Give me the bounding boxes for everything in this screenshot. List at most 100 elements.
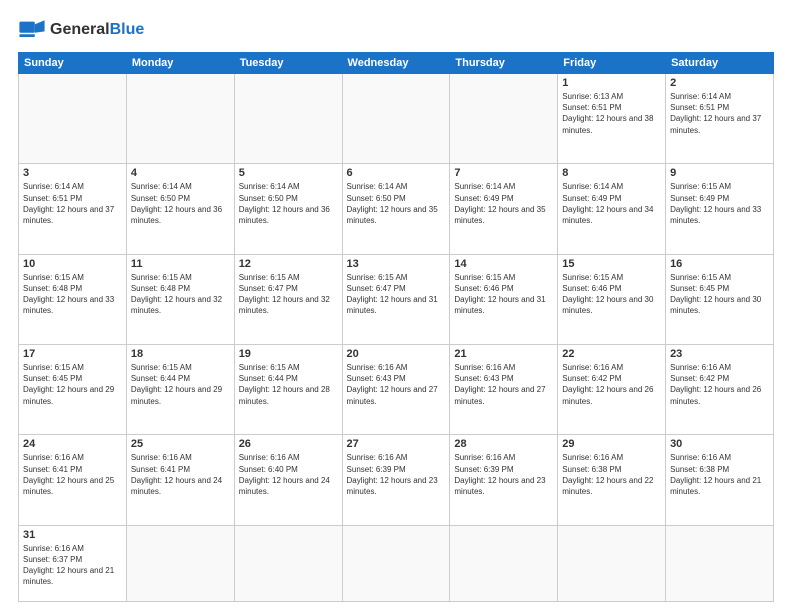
calendar-cell: 21 Sunrise: 6:16 AMSunset: 6:43 PMDayligh… — [450, 345, 558, 435]
day-number: 10 — [23, 258, 122, 270]
day-number: 12 — [239, 258, 338, 270]
calendar-cell: 7Sunrise: 6:14 AMSunset: 6:49 PMDaylight… — [450, 164, 558, 254]
day-header-saturday: Saturday — [666, 53, 774, 74]
calendar-cell: 11 Sunrise: 6:15 AMSunset: 6:48 PMDayligh… — [126, 254, 234, 344]
day-number: 11 — [131, 258, 230, 270]
day-number: 4 — [131, 167, 230, 179]
day-number: 17 — [23, 348, 122, 360]
calendar-cell: 6 Sunrise: 6:14 AMSunset: 6:50 PMDaylight… — [342, 164, 450, 254]
calendar-cell: 25 Sunrise: 6:16 AMSunset: 6:41 PMDayligh… — [126, 435, 234, 525]
day-number: 9 — [670, 167, 769, 179]
calendar-cell: 4 Sunrise: 6:14 AMSunset: 6:50 PMDaylight… — [126, 164, 234, 254]
day-info: Sunrise: 6:16 AMSunset: 6:38 PMDaylight:… — [562, 452, 661, 497]
day-number: 27 — [347, 438, 446, 450]
day-info: Sunrise: 6:14 AMSunset: 6:49 PMDaylight:… — [454, 181, 553, 226]
calendar-cell: 18Sunrise: 6:15 AMSunset: 6:44 PMDayligh… — [126, 345, 234, 435]
calendar-cell: 14 Sunrise: 6:15 AMSunset: 6:46 PMDayligh… — [450, 254, 558, 344]
day-header-monday: Monday — [126, 53, 234, 74]
day-info: Sunrise: 6:15 AMSunset: 6:49 PMDaylight:… — [670, 181, 769, 226]
day-number: 3 — [23, 167, 122, 179]
calendar-cell: 2 Sunrise: 6:14 AMSunset: 6:51 PMDaylight… — [666, 74, 774, 164]
calendar-cell: 26 Sunrise: 6:16 AMSunset: 6:40 PMDayligh… — [234, 435, 342, 525]
calendar-cell: 31Sunrise: 6:16 AMSunset: 6:37 PMDayligh… — [19, 525, 127, 601]
calendar-cell: 20Sunrise: 6:16 AMSunset: 6:43 PMDayligh… — [342, 345, 450, 435]
day-info: Sunrise: 6:16 AMSunset: 6:41 PMDaylight:… — [131, 452, 230, 497]
calendar-cell — [234, 525, 342, 601]
day-info: Sunrise: 6:16 AMSunset: 6:39 PMDaylight:… — [454, 452, 553, 497]
day-info: Sunrise: 6:15 AMSunset: 6:47 PMDaylight:… — [347, 272, 446, 317]
day-header-wednesday: Wednesday — [342, 53, 450, 74]
day-info: Sunrise: 6:15 AMSunset: 6:48 PMDaylight:… — [23, 272, 122, 317]
calendar-cell: 9 Sunrise: 6:15 AMSunset: 6:49 PMDaylight… — [666, 164, 774, 254]
day-number: 13 — [347, 258, 446, 270]
day-info: Sunrise: 6:15 AMSunset: 6:45 PMDaylight:… — [670, 272, 769, 317]
day-info: Sunrise: 6:16 AMSunset: 6:37 PMDaylight:… — [23, 543, 122, 588]
day-info: Sunrise: 6:16 AMSunset: 6:41 PMDaylight:… — [23, 452, 122, 497]
logo-text: GeneralBlue — [50, 22, 144, 38]
calendar-cell: 29Sunrise: 6:16 AMSunset: 6:38 PMDayligh… — [558, 435, 666, 525]
day-info: Sunrise: 6:15 AMSunset: 6:44 PMDaylight:… — [239, 362, 338, 407]
day-info: Sunrise: 6:15 AMSunset: 6:44 PMDaylight:… — [131, 362, 230, 407]
day-number: 8 — [562, 167, 661, 179]
calendar-cell — [234, 74, 342, 164]
calendar-cell — [126, 74, 234, 164]
calendar-cell: 13 Sunrise: 6:15 AMSunset: 6:47 PMDayligh… — [342, 254, 450, 344]
day-info: Sunrise: 6:15 AMSunset: 6:45 PMDaylight:… — [23, 362, 122, 407]
day-header-tuesday: Tuesday — [234, 53, 342, 74]
day-info: Sunrise: 6:14 AMSunset: 6:50 PMDaylight:… — [347, 181, 446, 226]
day-number: 25 — [131, 438, 230, 450]
calendar-cell — [126, 525, 234, 601]
calendar-cell: 28 Sunrise: 6:16 AMSunset: 6:39 PMDayligh… — [450, 435, 558, 525]
day-number: 16 — [670, 258, 769, 270]
day-info: Sunrise: 6:14 AMSunset: 6:51 PMDaylight:… — [670, 91, 769, 136]
calendar-cell: 19 Sunrise: 6:15 AMSunset: 6:44 PMDayligh… — [234, 345, 342, 435]
calendar-cell: 10 Sunrise: 6:15 AMSunset: 6:48 PMDayligh… — [19, 254, 127, 344]
calendar-cell: 30 Sunrise: 6:16 AMSunset: 6:38 PMDayligh… — [666, 435, 774, 525]
calendar-cell — [342, 74, 450, 164]
day-header-friday: Friday — [558, 53, 666, 74]
day-info: Sunrise: 6:14 AMSunset: 6:51 PMDaylight:… — [23, 181, 122, 226]
calendar-cell: 27Sunrise: 6:16 AMSunset: 6:39 PMDayligh… — [342, 435, 450, 525]
day-number: 21 — [454, 348, 553, 360]
calendar-cell — [19, 74, 127, 164]
calendar-table: SundayMondayTuesdayWednesdayThursdayFrid… — [18, 52, 774, 602]
calendar-cell: 23 Sunrise: 6:16 AMSunset: 6:42 PMDayligh… — [666, 345, 774, 435]
day-info: Sunrise: 6:15 AMSunset: 6:47 PMDaylight:… — [239, 272, 338, 317]
calendar-cell: 5Sunrise: 6:14 AMSunset: 6:50 PMDaylight… — [234, 164, 342, 254]
day-number: 6 — [347, 167, 446, 179]
calendar-header-row: SundayMondayTuesdayWednesdayThursdayFrid… — [19, 53, 774, 74]
day-info: Sunrise: 6:14 AMSunset: 6:50 PMDaylight:… — [131, 181, 230, 226]
day-info: Sunrise: 6:15 AMSunset: 6:46 PMDaylight:… — [454, 272, 553, 317]
day-number: 30 — [670, 438, 769, 450]
calendar-cell: 17 Sunrise: 6:15 AMSunset: 6:45 PMDayligh… — [19, 345, 127, 435]
day-header-thursday: Thursday — [450, 53, 558, 74]
calendar-week-row: 17 Sunrise: 6:15 AMSunset: 6:45 PMDayligh… — [19, 345, 774, 435]
day-number: 2 — [670, 77, 769, 89]
day-info: Sunrise: 6:16 AMSunset: 6:42 PMDaylight:… — [670, 362, 769, 407]
day-number: 26 — [239, 438, 338, 450]
day-info: Sunrise: 6:16 AMSunset: 6:43 PMDaylight:… — [347, 362, 446, 407]
day-number: 28 — [454, 438, 553, 450]
day-info: Sunrise: 6:16 AMSunset: 6:43 PMDaylight:… — [454, 362, 553, 407]
generalblue-logo-icon — [18, 16, 46, 44]
day-number: 24 — [23, 438, 122, 450]
calendar-week-row: 31Sunrise: 6:16 AMSunset: 6:37 PMDayligh… — [19, 525, 774, 601]
calendar-cell — [666, 525, 774, 601]
calendar-cell — [342, 525, 450, 601]
day-info: Sunrise: 6:15 AMSunset: 6:48 PMDaylight:… — [131, 272, 230, 317]
day-number: 14 — [454, 258, 553, 270]
calendar-cell — [450, 74, 558, 164]
calendar-cell: 22Sunrise: 6:16 AMSunset: 6:42 PMDayligh… — [558, 345, 666, 435]
calendar-cell: 15Sunrise: 6:15 AMSunset: 6:46 PMDayligh… — [558, 254, 666, 344]
day-info: Sunrise: 6:13 AMSunset: 6:51 PMDaylight:… — [562, 91, 661, 136]
day-number: 5 — [239, 167, 338, 179]
day-info: Sunrise: 6:16 AMSunset: 6:40 PMDaylight:… — [239, 452, 338, 497]
calendar-cell: 24 Sunrise: 6:16 AMSunset: 6:41 PMDayligh… — [19, 435, 127, 525]
day-number: 23 — [670, 348, 769, 360]
day-number: 19 — [239, 348, 338, 360]
calendar-cell: 16 Sunrise: 6:15 AMSunset: 6:45 PMDayligh… — [666, 254, 774, 344]
day-info: Sunrise: 6:16 AMSunset: 6:38 PMDaylight:… — [670, 452, 769, 497]
calendar-week-row: 1Sunrise: 6:13 AMSunset: 6:51 PMDaylight… — [19, 74, 774, 164]
calendar-cell: 12 Sunrise: 6:15 AMSunset: 6:47 PMDayligh… — [234, 254, 342, 344]
calendar-cell — [558, 525, 666, 601]
